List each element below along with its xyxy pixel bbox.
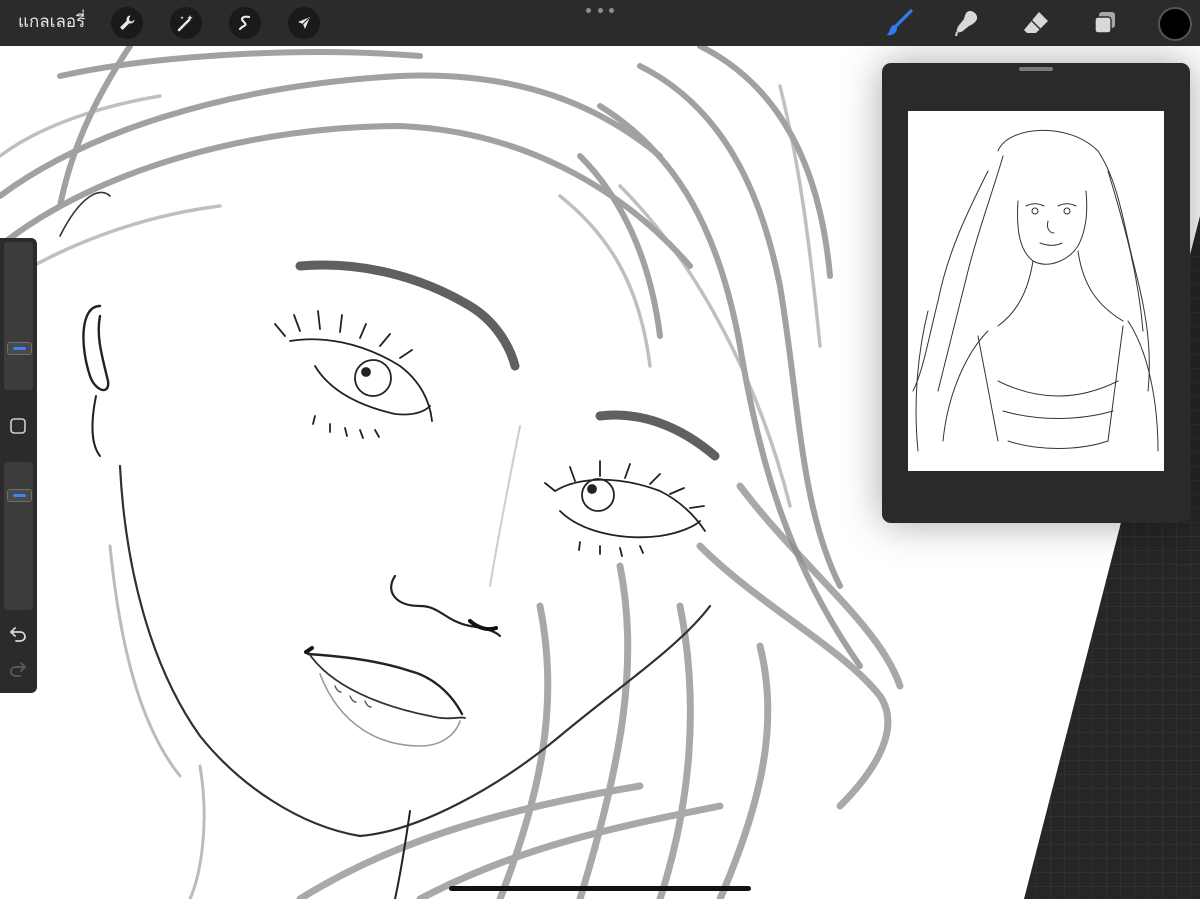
redo-icon[interactable] xyxy=(8,659,28,679)
brush-size-thumb[interactable] xyxy=(7,342,32,355)
brush-size-slider[interactable] xyxy=(4,242,33,390)
reference-image xyxy=(908,111,1164,471)
eraser-icon xyxy=(1024,12,1048,33)
layers-icon xyxy=(1094,12,1115,34)
smudge-icon xyxy=(955,11,978,37)
drawing-canvas[interactable] xyxy=(0,46,1200,899)
actions-button[interactable] xyxy=(111,7,143,39)
reference-window[interactable] xyxy=(882,63,1190,523)
opacity-slider[interactable] xyxy=(4,462,33,610)
opacity-thumb[interactable] xyxy=(7,489,32,502)
home-indicator xyxy=(449,886,751,891)
gallery-button[interactable]: แกลเลอรี่ xyxy=(18,11,85,33)
grab-handle-icon[interactable] xyxy=(1019,67,1053,71)
eraser-button[interactable] xyxy=(1019,6,1053,40)
smudge-button[interactable] xyxy=(950,6,984,40)
top-toolbar: แกลเลอรี่ xyxy=(0,0,1200,46)
magic-wand-icon xyxy=(177,15,193,32)
selection-s-icon xyxy=(238,15,251,31)
wrench-icon xyxy=(120,15,135,30)
arrow-cursor-icon xyxy=(298,17,310,29)
paint-brush-button[interactable] xyxy=(882,6,916,40)
ellipsis-icon[interactable] xyxy=(586,2,614,18)
adjustments-button[interactable] xyxy=(170,7,202,39)
left-sidebar xyxy=(0,238,37,693)
transform-button[interactable] xyxy=(288,7,320,39)
color-picker-button[interactable] xyxy=(1158,7,1192,41)
undo-icon[interactable] xyxy=(8,624,28,644)
square-icon[interactable] xyxy=(9,417,27,435)
selection-button[interactable] xyxy=(229,7,261,39)
layers-button[interactable] xyxy=(1088,6,1122,40)
brush-icon xyxy=(886,9,913,36)
